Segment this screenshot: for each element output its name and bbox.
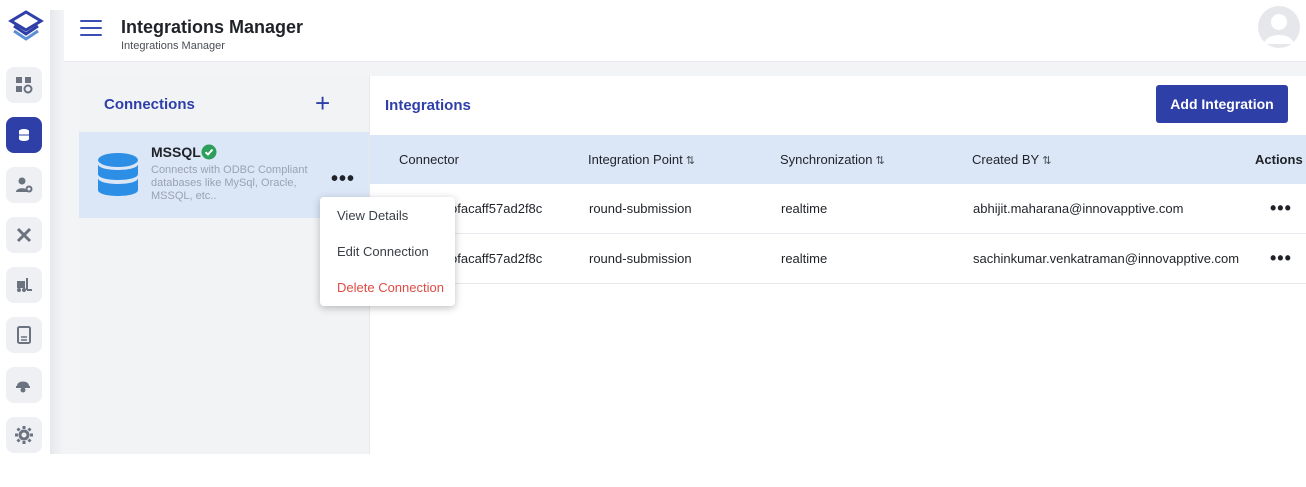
sidebar-divider — [50, 10, 64, 454]
document-icon — [17, 326, 31, 344]
menu-item-edit-connection[interactable]: Edit Connection — [337, 244, 429, 259]
nav-document[interactable] — [6, 317, 42, 353]
menu-item-view-details[interactable]: View Details — [337, 208, 408, 223]
add-connection-button[interactable]: + — [315, 90, 330, 116]
nav-worker[interactable] — [6, 367, 42, 403]
sort-icon[interactable]: ⇅ — [876, 155, 885, 167]
app-root: Integrations Manager Integrations Manage… — [0, 0, 1306, 487]
column-header-integration-point[interactable]: Integration Point ⇅ — [588, 152, 695, 167]
database-icon — [19, 129, 29, 141]
nav-database[interactable] — [6, 117, 42, 153]
cell-integration-point: round-submission — [589, 201, 692, 216]
sort-icon[interactable]: ⇅ — [1042, 155, 1051, 167]
page-title: Integrations Manager — [121, 17, 304, 37]
connections-title: Connections — [104, 96, 195, 113]
breadcrumb: Integrations Manager — [121, 40, 225, 52]
table-row[interactable]: ofacaff57ad2f8c round-submission realtim… — [370, 184, 1306, 234]
connection-description: Connects with ODBC Compliant databases l… — [151, 164, 308, 202]
nav-dashboard-settings[interactable] — [6, 67, 42, 103]
verified-badge-icon — [201, 144, 217, 160]
nav-forklift[interactable] — [6, 267, 42, 303]
integrations-title: Integrations — [385, 97, 471, 114]
gear-icon — [15, 426, 33, 444]
worker-helmet-icon — [16, 381, 30, 393]
forklift-icon — [17, 278, 32, 292]
column-header-created-by[interactable]: Created BY ⇅ — [972, 152, 1051, 167]
menu-icon[interactable] — [80, 20, 102, 36]
cell-synchronization: realtime — [781, 251, 828, 266]
nav-user-settings[interactable] — [6, 167, 42, 203]
nav-tools[interactable] — [6, 217, 42, 253]
row-actions-button[interactable]: ••• — [1270, 248, 1292, 269]
cell-connector: ofacaff57ad2f8c — [450, 251, 543, 266]
cell-synchronization: realtime — [781, 201, 828, 216]
row-actions-button[interactable]: ••• — [1270, 198, 1292, 219]
menu-item-delete-connection[interactable]: Delete Connection — [337, 280, 444, 295]
tools-icon — [16, 227, 32, 243]
connection-context-menu: View Details Edit Connection Delete Conn… — [320, 197, 455, 306]
connection-name: MSSQL — [151, 144, 201, 160]
header: Integrations Manager Integrations Manage… — [64, 6, 1306, 62]
cell-connector: ofacaff57ad2f8c — [450, 201, 543, 216]
column-header-synchronization[interactable]: Synchronization ⇅ — [780, 152, 885, 167]
cell-integration-point: round-submission — [589, 251, 692, 266]
connection-more-button[interactable]: ••• — [331, 168, 355, 191]
add-integration-button[interactable]: Add Integration — [1156, 85, 1288, 123]
column-header-connector[interactable]: Connector — [399, 152, 459, 167]
column-header-actions: Actions — [1255, 152, 1303, 167]
cell-created-by: abhijit.maharana@innovapptive.com — [973, 201, 1184, 216]
table-row[interactable]: ofacaff57ad2f8c round-submission realtim… — [370, 234, 1306, 284]
dashboard-settings-icon — [16, 77, 33, 94]
sidebar — [0, 0, 50, 460]
integrations-panel: Integrations Add Integration Connector I… — [369, 76, 1306, 454]
app-logo-icon[interactable] — [8, 8, 44, 44]
nav-settings[interactable] — [6, 417, 42, 453]
user-settings-icon — [16, 177, 33, 193]
cell-created-by: sachinkumar.venkatraman@innovapptive.com — [973, 251, 1240, 266]
table-header: Connector Integration Point ⇅ Synchroniza… — [370, 135, 1306, 184]
avatar[interactable] — [1258, 6, 1300, 48]
sort-icon[interactable]: ⇅ — [686, 155, 695, 167]
database-icon — [96, 152, 140, 200]
